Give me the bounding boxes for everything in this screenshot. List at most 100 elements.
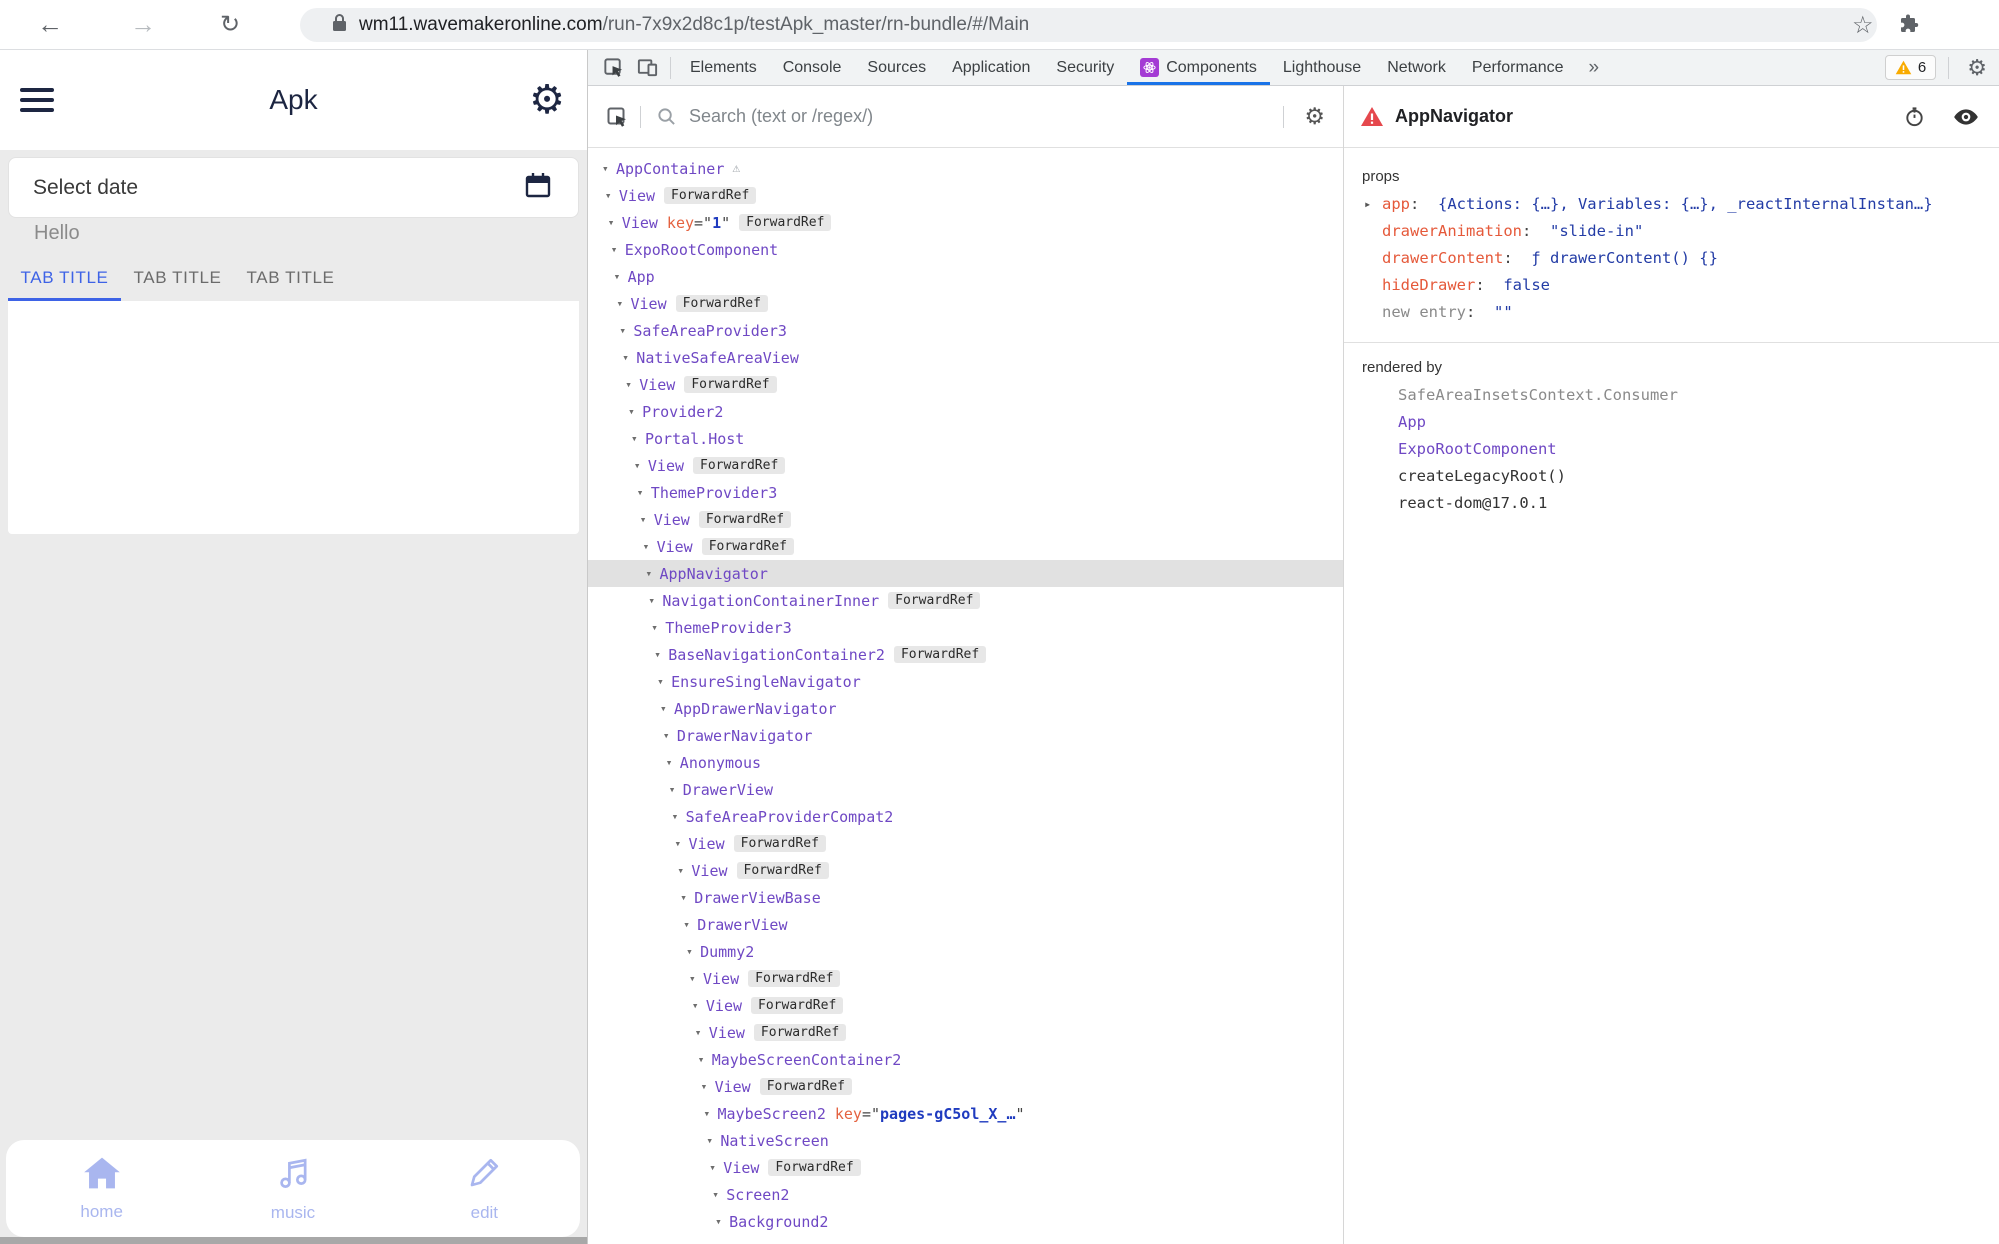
forwardref-badge: ForwardRef [754,1024,846,1041]
devtools-tab-performance[interactable]: Performance [1459,50,1577,85]
nav-item-edit[interactable]: edit [389,1155,580,1223]
tree-row[interactable]: ▾AppDrawerNavigator [588,695,1343,722]
component-name: View [709,1024,745,1042]
devtools-tab-lighthouse[interactable]: Lighthouse [1270,50,1374,85]
inspect-dom-eye-icon[interactable] [1945,106,1987,128]
tree-row[interactable]: ▾AppContainer⚠ [588,155,1343,182]
tree-row[interactable]: ▾ViewForwardRef [588,1019,1343,1046]
nav-item-music[interactable]: music [197,1155,388,1223]
prop-row[interactable]: hideDrawer: false [1344,272,1999,299]
tree-row[interactable]: ▾Anonymous [588,749,1343,776]
tree-row[interactable]: ▾DrawerViewBase [588,884,1343,911]
prop-row[interactable]: drawerContent: ƒ drawerContent() {} [1344,245,1999,272]
back-icon[interactable]: ← [28,9,72,40]
components-settings-gear-icon[interactable]: ⚙ [1290,103,1331,130]
tree-row[interactable]: ▾ViewForwardRef [588,290,1343,317]
expand-arrow-icon: ▾ [617,297,631,310]
tree-row[interactable]: ▾AppNavigator [588,560,1343,587]
tree-row[interactable]: ▾ViewForwardRef [588,371,1343,398]
tree-row[interactable]: ▾ExpoRootComponent [588,236,1343,263]
bookmark-star-icon[interactable]: ☆ [1852,11,1874,40]
tree-row[interactable]: ▾MaybeScreen2key="pages-gC5ol_X_…" [588,1100,1343,1127]
devtools-tab-security[interactable]: Security [1043,50,1127,85]
nav-item-home[interactable]: home [6,1156,197,1222]
home-icon [82,1156,122,1195]
app-tab-2[interactable]: TAB TITLE [121,255,234,301]
tree-row[interactable]: ▾DrawerView [588,776,1343,803]
devtools-tab-label: Application [952,59,1030,77]
component-search-input[interactable]: Search (text or /regex/) [647,106,1277,127]
app-tab-3[interactable]: TAB TITLE [234,255,347,301]
inspect-element-icon[interactable] [596,50,630,85]
tree-row[interactable]: ▾NavigationContainerInnerForwardRef [588,587,1343,614]
extensions-puzzle-icon[interactable] [1896,13,1920,42]
tree-row[interactable]: ▾ViewForwardRef [588,533,1343,560]
component-name: Anonymous [680,754,761,772]
tree-row[interactable]: ▾ViewForwardRef [588,965,1343,992]
devtools-tab-network[interactable]: Network [1374,50,1459,85]
tree-row[interactable]: ▾ViewForwardRef [588,1073,1343,1100]
devtools-tab-console[interactable]: Console [770,50,855,85]
forward-icon[interactable]: → [121,9,165,40]
reload-icon[interactable]: ↻ [208,10,252,39]
tree-row[interactable]: ▾ViewForwardRef [588,992,1343,1019]
tree-row[interactable]: ▾MaybeScreenContainer2 [588,1046,1343,1073]
prop-row[interactable]: ▸app: {Actions: {…}, Variables: {…}, _re… [1344,191,1999,218]
tree-row[interactable]: ▾ViewForwardRef [588,452,1343,479]
tree-row[interactable]: ▾NativeSafeAreaView [588,344,1343,371]
tree-row[interactable]: ▾DrawerView [588,911,1343,938]
expand-arrow-icon: ▾ [605,189,619,202]
music-icon [274,1155,312,1196]
tree-row[interactable]: ▾SafeAreaProvider3 [588,317,1343,344]
app-settings-gear-icon[interactable]: ⚙ [529,80,565,120]
tree-row[interactable]: ▾App [588,263,1343,290]
component-name: View [706,997,742,1015]
tree-row[interactable]: ▾SafeAreaProviderCompat2 [588,803,1343,830]
devtools-tab-sources[interactable]: Sources [854,50,939,85]
prop-row[interactable]: new entry: "" [1344,299,1999,326]
expand-arrow-icon: ▾ [637,486,651,499]
app-tab-bar: TAB TITLE TAB TITLE TAB TITLE [8,255,347,301]
hamburger-menu-icon[interactable] [20,88,54,112]
tree-row[interactable]: ▾NativeScreen [588,1127,1343,1154]
devtools-tabs: ElementsConsoleSources Application Securit… [677,50,1576,85]
calendar-icon[interactable] [522,169,554,206]
date-picker-field[interactable]: Select date [8,157,579,218]
devtools-tab-elements[interactable]: Elements [677,50,770,85]
tree-row[interactable]: ▾ThemeProvider3 [588,479,1343,506]
tree-row[interactable]: ▾DrawerNavigator [588,722,1343,749]
devtools-tab-components[interactable]: Components [1127,50,1270,85]
tree-row[interactable]: ▾ViewForwardRef [588,182,1343,209]
rendered-by-item[interactable]: ExpoRootComponent [1344,436,1999,463]
tree-row[interactable]: ▾EnsureSingleNavigator [588,668,1343,695]
app-tab-1[interactable]: TAB TITLE [8,255,121,301]
address-bar[interactable]: wm11.wavemakeronline.com/run-7x9x2d8c1p/… [300,8,1877,42]
rendered-by-item[interactable]: App [1344,409,1999,436]
prop-value: false [1503,276,1550,294]
tree-row[interactable]: ▾ViewForwardRef [588,830,1343,857]
profiler-stopwatch-icon[interactable] [1895,105,1934,128]
tree-row[interactable]: ▾ViewForwardRef [588,857,1343,884]
app-tab-label: TAB TITLE [134,268,222,288]
tree-row[interactable]: ▾ThemeProvider3 [588,614,1343,641]
tree-row[interactable]: ▾ViewForwardRef [588,1154,1343,1181]
tree-row[interactable]: ▾Provider2 [588,398,1343,425]
more-tabs-icon[interactable]: » [1576,57,1611,79]
devtools-settings-gear-icon[interactable]: ⚙ [1955,55,1999,81]
tree-row[interactable]: ▾Viewkey="1"ForwardRef [588,209,1343,236]
tree-row[interactable]: ▾ViewForwardRef [588,506,1343,533]
selected-component-title: AppNavigator [1395,106,1884,127]
device-toolbar-icon[interactable] [630,50,664,85]
pick-component-icon[interactable] [600,86,634,147]
warnings-badge[interactable]: 6 [1885,55,1936,80]
tree-row[interactable]: ▾Screen2 [588,1181,1343,1208]
component-tree[interactable]: ▾AppContainer⚠▾ViewForwardRef▾Viewkey="1… [588,148,1343,1244]
lock-icon[interactable] [332,13,347,37]
prop-row[interactable]: drawerAnimation: "slide-in" [1344,218,1999,245]
devtools-tab-application[interactable]: Application [939,50,1043,85]
tree-row[interactable]: ▾BaseNavigationContainer2ForwardRef [588,641,1343,668]
tree-row[interactable]: ▾Dummy2 [588,938,1343,965]
expand-arrow-icon: ▾ [689,972,703,985]
tree-row[interactable]: ▾Portal.Host [588,425,1343,452]
tree-row[interactable]: ▾Background2 [588,1208,1343,1235]
